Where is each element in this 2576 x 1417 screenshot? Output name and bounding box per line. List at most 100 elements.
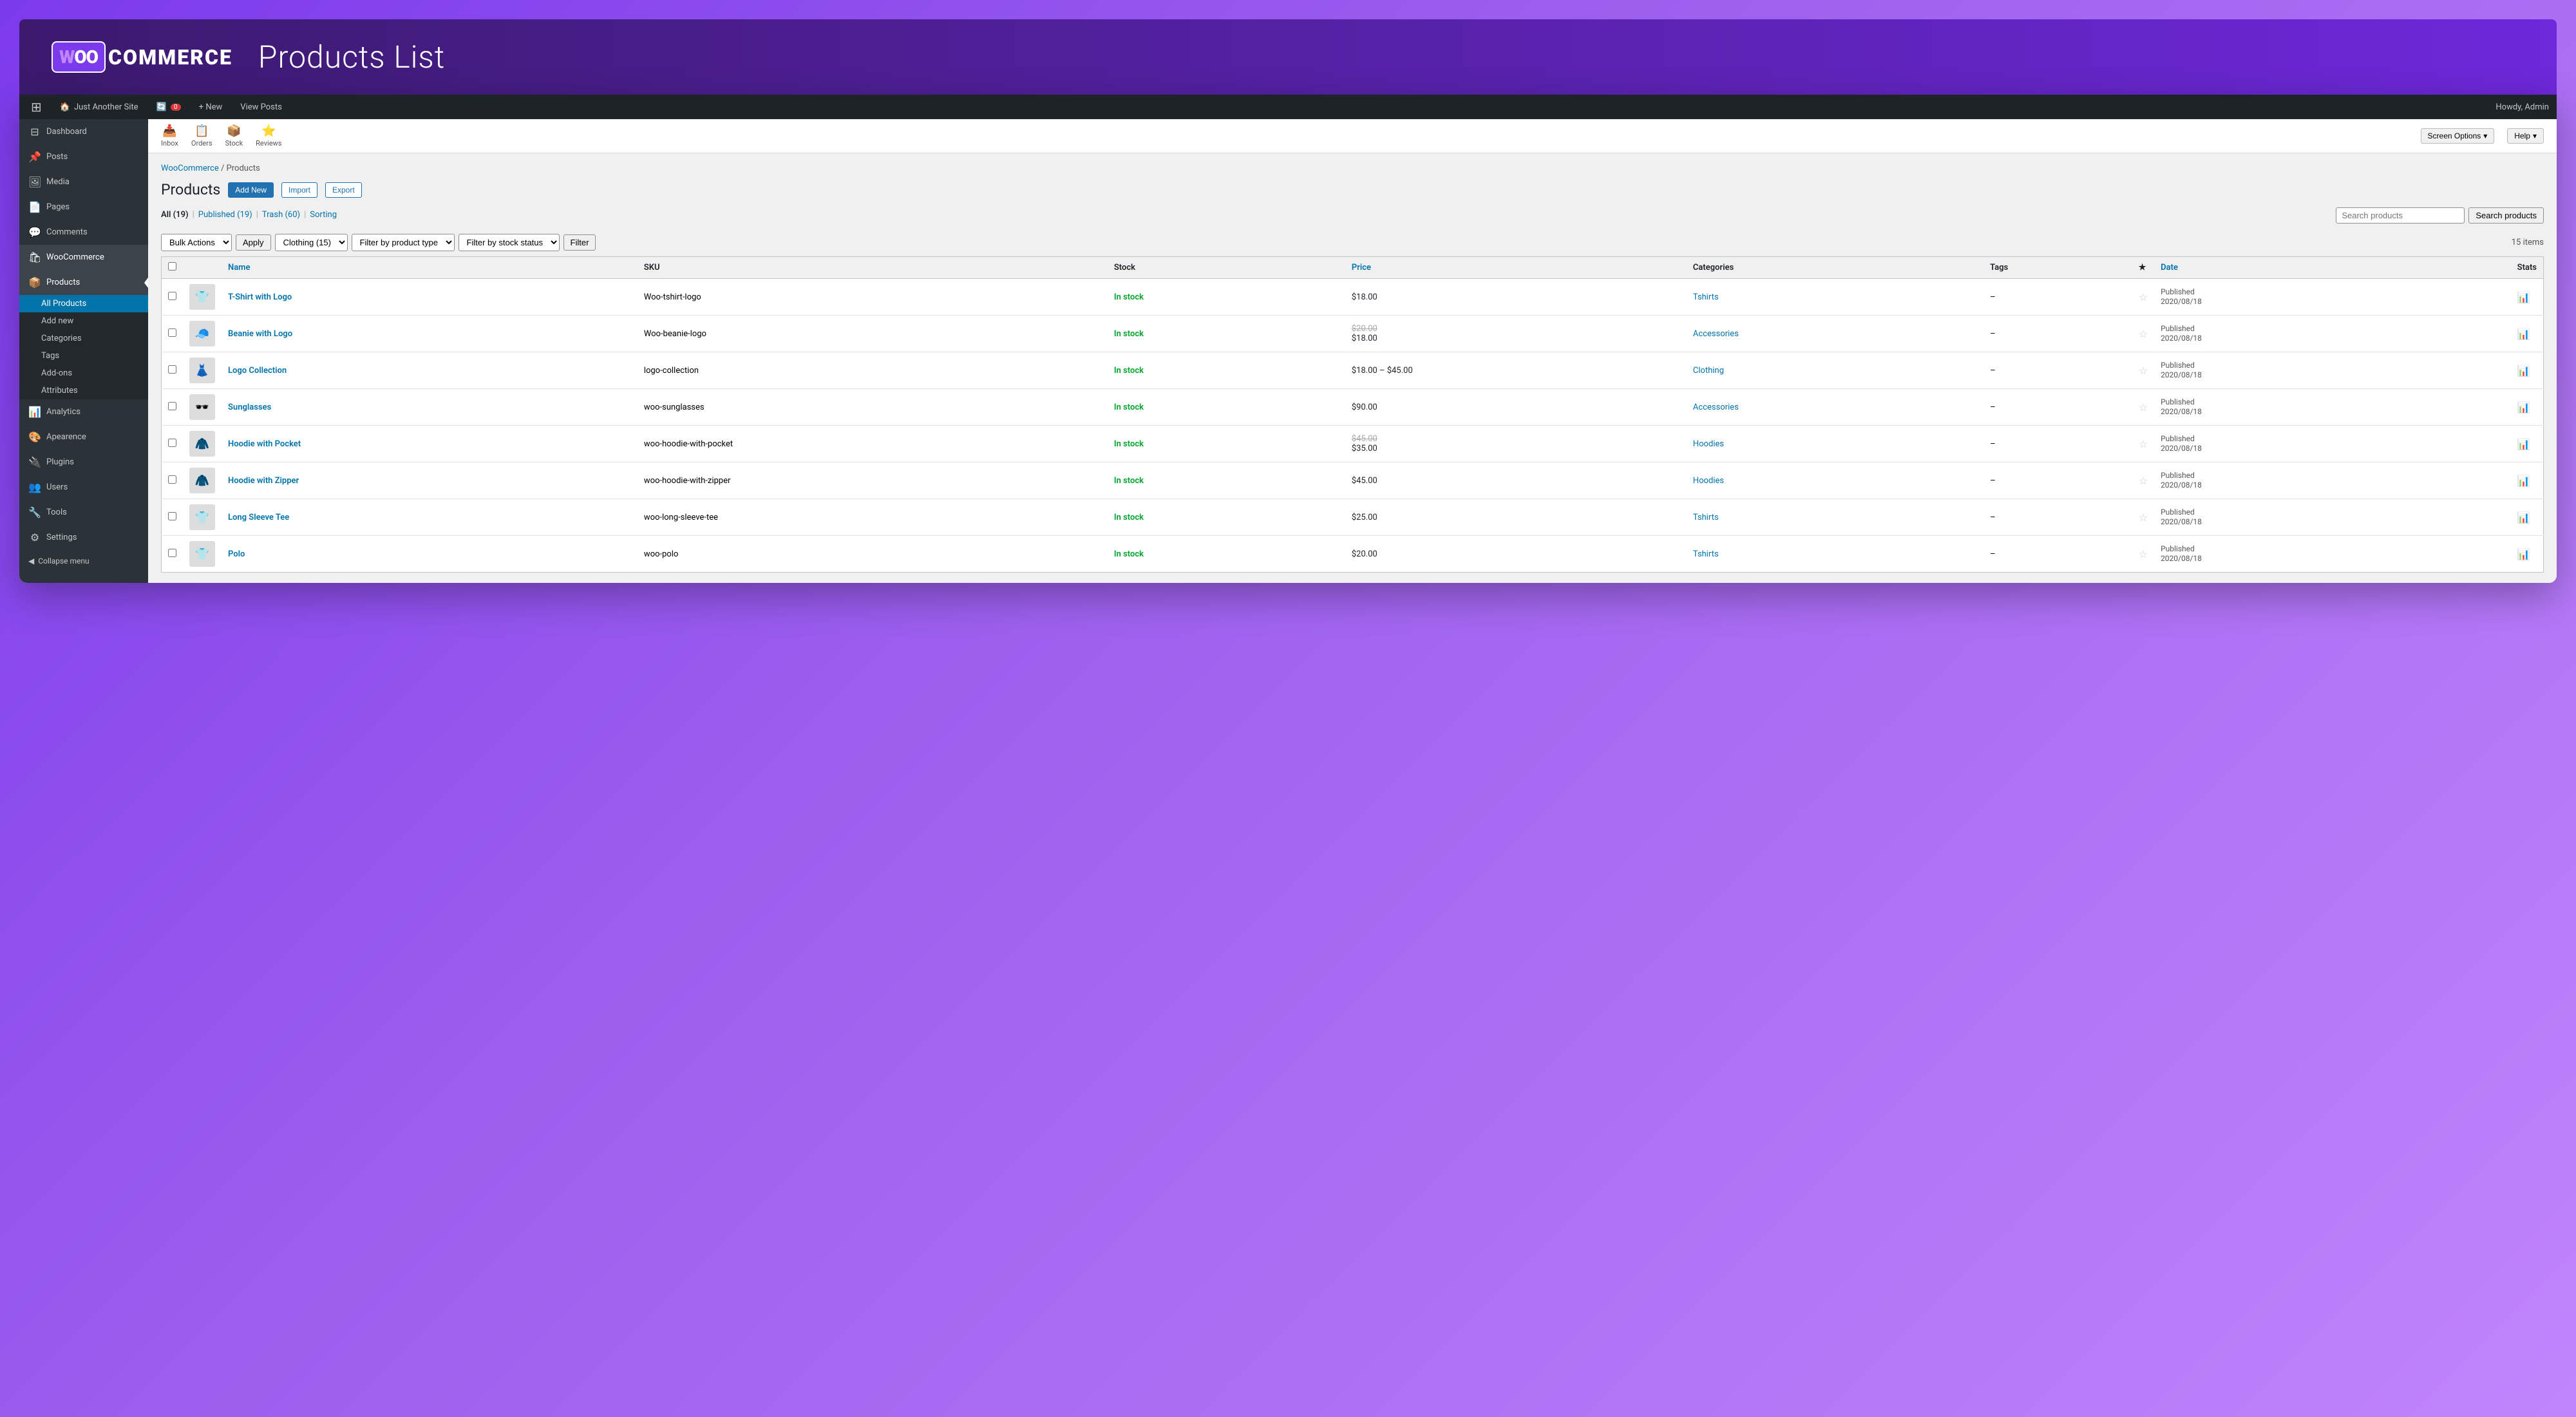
sidebar-item-analytics[interactable]: 📊 Analytics [19,399,148,424]
bulk-actions-select[interactable]: Bulk Actions [161,234,232,251]
qa-stock[interactable]: 📦 Stock [225,124,243,147]
product-stats-icon[interactable]: 📊 [2517,548,2530,560]
product-category-link[interactable]: Accessories [1693,329,1739,339]
product-name-link[interactable]: Beanie with Logo [228,329,292,339]
admin-bar-view-posts[interactable]: View Posts [236,95,286,119]
product-date: Published2020/08/18 [2161,324,2202,343]
product-stats-icon[interactable]: 📊 [2517,511,2530,524]
row-checkbox[interactable] [168,512,176,520]
sidebar-item-posts[interactable]: 📌 Posts [19,144,148,169]
sidebar-item-comments[interactable]: 💬 Comments [19,220,148,245]
sidebar-item-categories[interactable]: Categories [19,330,148,347]
product-category-link[interactable]: Hoodies [1693,476,1724,486]
sidebar-item-settings[interactable]: ⚙ Settings [19,525,148,550]
woo-logo: WOO COMMERCE [52,41,232,73]
product-thumbnail: 👕 [189,504,215,530]
filter-tab-sorting[interactable]: Sorting [310,210,337,220]
product-category-link[interactable]: Tshirts [1693,292,1719,302]
sidebar-item-add-new[interactable]: Add new [19,312,148,330]
breadcrumb-woocommerce[interactable]: WooCommerce [161,164,219,173]
product-name-link[interactable]: Logo Collection [228,366,287,376]
sidebar-item-tools[interactable]: 🔧 Tools [19,500,148,525]
clothing-filter-select[interactable]: Clothing (15) [275,234,348,251]
qa-orders[interactable]: 📋 Orders [191,124,213,147]
qa-inbox[interactable]: 📥 Inbox [161,124,178,147]
sidebar-item-media[interactable]: 🖼 Media [19,169,148,195]
filter-button[interactable]: Filter [564,234,596,251]
admin-bar-updates[interactable]: 🔄 0 [153,95,185,119]
product-star-icon[interactable]: ☆ [2139,548,2148,560]
product-name-link[interactable]: T-Shirt with Logo [228,292,292,302]
product-name-link[interactable]: Sunglasses [228,403,271,412]
help-button[interactable]: Help ▾ [2507,128,2544,144]
sidebar-item-tags[interactable]: Tags [19,347,148,365]
col-header-name[interactable]: Name [222,257,638,279]
product-category-link[interactable]: Hoodies [1693,439,1724,449]
product-name-link[interactable]: Hoodie with Pocket [228,439,301,449]
sidebar-item-all-products[interactable]: All Products [19,295,148,312]
product-category-link[interactable]: Accessories [1693,403,1739,412]
product-stats-icon[interactable]: 📊 [2517,438,2530,450]
admin-bar-site[interactable]: 🏠 Just Another Site [56,95,142,119]
sidebar-item-pages[interactable]: 📄 Pages [19,195,148,220]
filter-tab-all[interactable]: All (19) [161,210,189,220]
select-all-checkbox[interactable] [168,262,176,271]
sidebar-item-attributes[interactable]: Attributes [19,382,148,399]
admin-bar-new[interactable]: + New [195,95,227,119]
row-thumb-cell: 🕶️ [183,389,222,426]
product-type-filter-select[interactable]: Filter by product type [352,234,455,251]
product-star-icon[interactable]: ☆ [2139,328,2148,340]
product-star-icon[interactable]: ☆ [2139,291,2148,303]
product-star-icon[interactable]: ☆ [2139,475,2148,487]
sidebar-item-dashboard[interactable]: ⊟ Dashboard [19,119,148,144]
product-price: $20.00 [1352,549,1378,559]
sidebar-label-tools: Tools [46,508,67,517]
import-button[interactable]: Import [281,182,317,198]
row-checkbox[interactable] [168,402,176,410]
filter-tab-trash[interactable]: Trash (60) [262,210,300,220]
row-checkbox[interactable] [168,549,176,557]
wp-icon[interactable]: ⊞ [27,95,46,119]
product-stats-icon[interactable]: 📊 [2517,401,2530,414]
col-header-star[interactable]: ★ [2132,257,2154,279]
product-category-link[interactable]: Clothing [1693,366,1724,376]
product-stats-icon[interactable]: 📊 [2517,328,2530,340]
product-name-link[interactable]: Long Sleeve Tee [228,513,289,522]
row-checkbox[interactable] [168,439,176,447]
sidebar-item-add-ons[interactable]: Add-ons [19,365,148,382]
sidebar-item-users[interactable]: 👥 Users [19,475,148,500]
sidebar-item-plugins[interactable]: 🔌 Plugins [19,450,148,475]
product-star-icon[interactable]: ☆ [2139,365,2148,377]
categories-label: Categories [41,334,82,343]
sidebar-collapse[interactable]: ◀ Collapse menu [19,550,148,572]
product-star-icon[interactable]: ☆ [2139,401,2148,414]
product-stats-icon[interactable]: 📊 [2517,365,2530,377]
product-name-link[interactable]: Hoodie with Zipper [228,476,299,486]
sidebar-item-woocommerce[interactable]: 🛍 WooCommerce [19,245,148,270]
row-checkbox[interactable] [168,365,176,374]
product-stats-icon[interactable]: 📊 [2517,475,2530,487]
product-stats-icon[interactable]: 📊 [2517,291,2530,303]
col-header-date[interactable]: Date [2154,257,2511,279]
search-input[interactable] [2336,207,2465,223]
product-category-link[interactable]: Tshirts [1693,549,1719,559]
product-name-link[interactable]: Polo [228,549,245,559]
row-checkbox[interactable] [168,328,176,337]
screen-options-button[interactable]: Screen Options ▾ [2421,128,2495,144]
apply-button[interactable]: Apply [236,234,271,251]
row-checkbox[interactable] [168,475,176,484]
filter-tab-published[interactable]: Published (19) [198,210,252,220]
product-star-icon[interactable]: ☆ [2139,511,2148,524]
col-header-price[interactable]: Price [1345,257,1687,279]
qa-reviews[interactable]: ⭐ Reviews [256,124,281,147]
sidebar-item-products[interactable]: 📦 Products [19,270,148,295]
stock-status-filter-select[interactable]: Filter by stock status [459,234,560,251]
export-button[interactable]: Export [325,182,362,198]
product-category-link[interactable]: Tshirts [1693,513,1719,522]
add-new-button[interactable]: Add New [228,182,274,198]
sidebar-item-appearance[interactable]: 🎨 Apearence [19,424,148,450]
product-star-icon[interactable]: ☆ [2139,438,2148,450]
row-sku-cell: woo-hoodie-with-pocket [638,426,1108,462]
row-checkbox[interactable] [168,292,176,300]
search-button[interactable]: Search products [2468,207,2544,223]
